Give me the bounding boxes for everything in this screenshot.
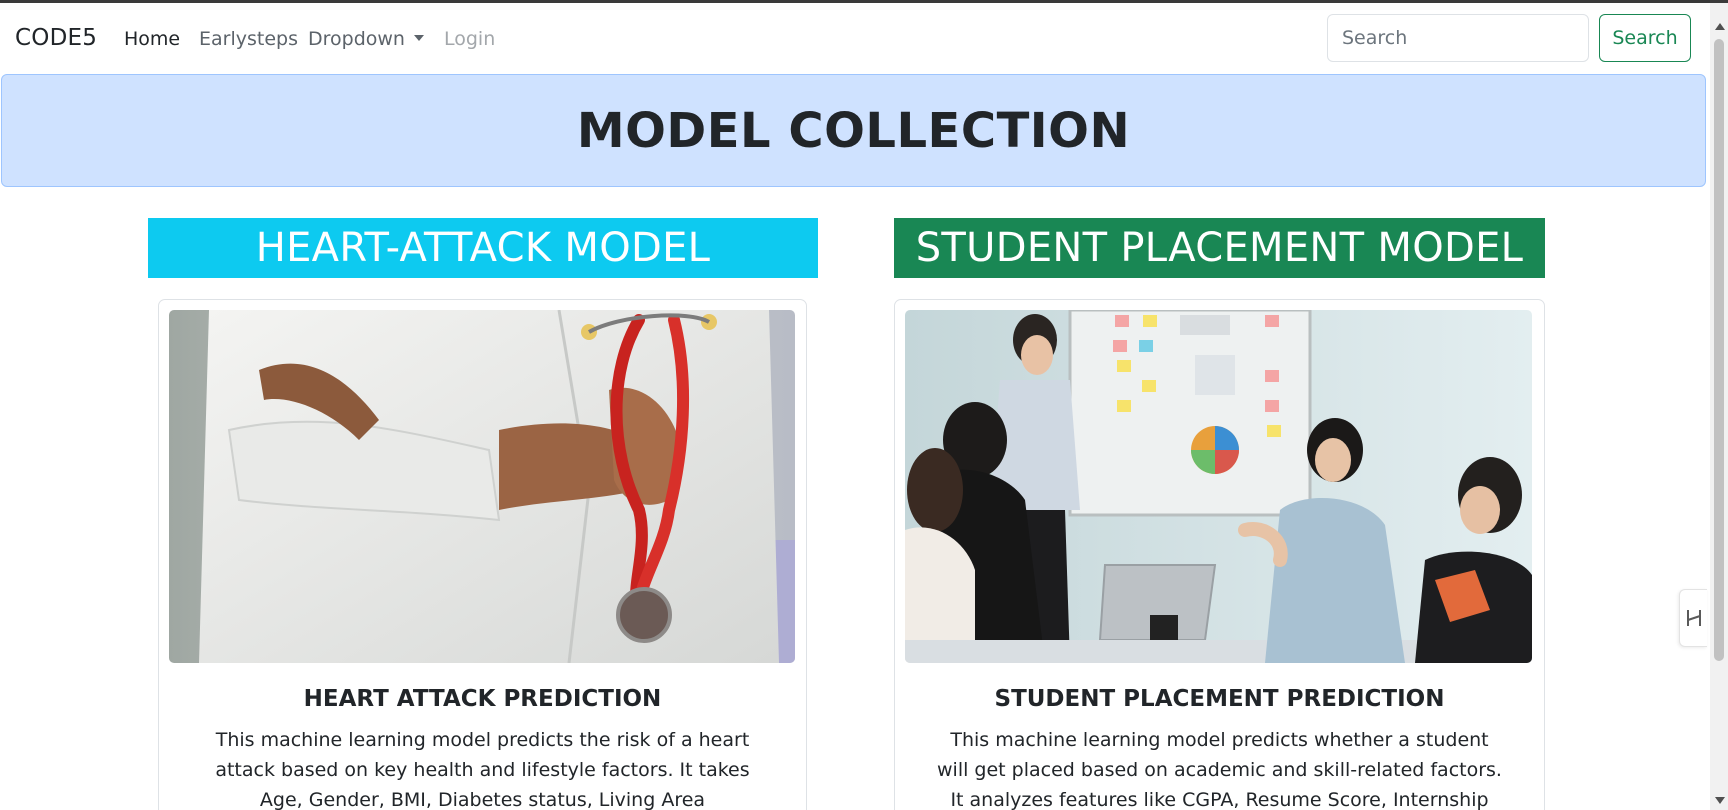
scrollbar-thumb[interactable] [1714, 39, 1724, 661]
nav-link-home[interactable]: Home [124, 28, 180, 50]
brand-logo[interactable]: CODE5 [15, 25, 97, 51]
heart-attack-model-header: HEART-ATTACK MODEL [148, 218, 818, 278]
card-description: This machine learning model predicts the… [215, 729, 750, 810]
student-placement-model-header: STUDENT PLACEMENT MODEL [894, 218, 1545, 278]
navbar: CODE5 Home Earlysteps Dropdown Login Sea… [0, 3, 1710, 71]
card-title: HEART ATTACK PREDICTION [303, 686, 662, 712]
card-description: This machine learning model predicts whe… [937, 729, 1502, 810]
caret-down-icon [413, 35, 424, 41]
side-panel-toggle-icon [1686, 610, 1701, 626]
search-input[interactable] [1327, 14, 1589, 62]
side-panel-toggle[interactable] [1679, 589, 1707, 647]
team-meeting-image [905, 310, 1532, 663]
student-placement-card: STUDENT PLACEMENT PREDICTION This machin… [894, 299, 1545, 810]
card-title: STUDENT PLACEMENT PREDICTION [994, 686, 1445, 712]
nav-link-login[interactable]: Login [444, 28, 495, 50]
doctor-stethoscope-image [169, 310, 795, 663]
hero-banner: MODEL COLLECTION [1, 74, 1706, 187]
search-button[interactable]: Search [1599, 14, 1691, 62]
heart-attack-card: HEART ATTACK PREDICTION This machine lea… [158, 299, 807, 810]
scroll-down-arrow-icon[interactable] [1715, 797, 1725, 804]
page-title: MODEL COLLECTION [576, 102, 1131, 159]
nav-dropdown-toggle[interactable]: Dropdown [308, 28, 424, 50]
scroll-up-arrow-icon[interactable] [1715, 23, 1725, 30]
nav-dropdown-label: Dropdown [308, 28, 405, 50]
vertical-scrollbar[interactable] [1710, 3, 1728, 810]
nav-link-earlysteps[interactable]: Earlysteps [199, 28, 298, 50]
